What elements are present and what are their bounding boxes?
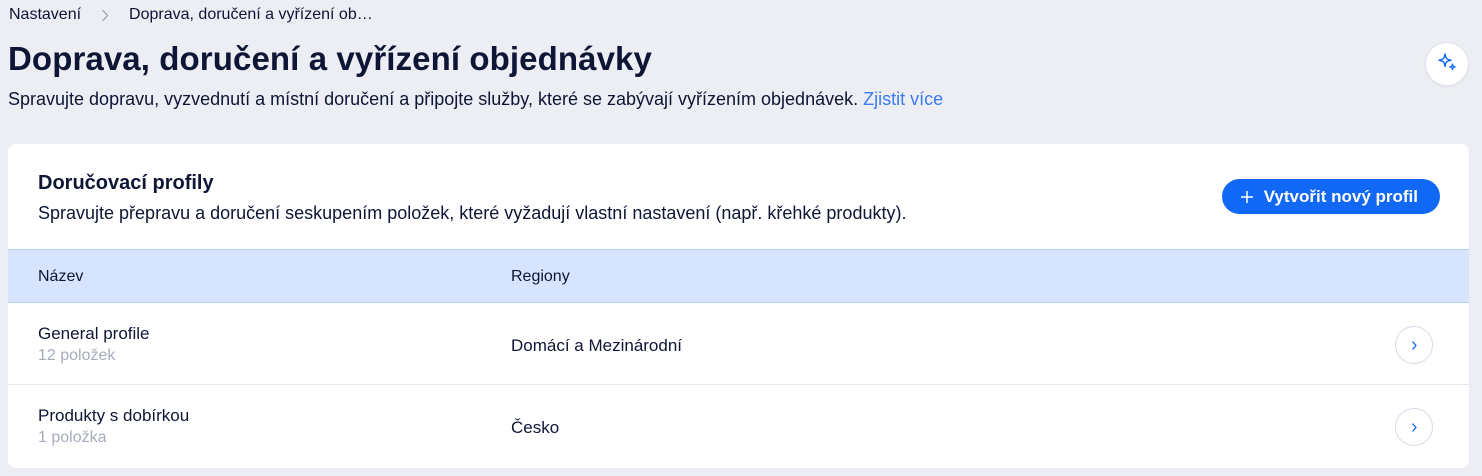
delivery-profiles-card: Doručovací profily Spravujte přepravu a … [8,144,1469,468]
breadcrumb-settings-link[interactable]: Nastavení [9,6,81,24]
table-row[interactable]: General profile 12 položek Domácí a Mezi… [8,303,1469,385]
profile-name: General profile [38,324,150,343]
plus-icon [1240,190,1254,204]
create-profile-label: Vytvořit nový profil [1263,186,1418,206]
learn-more-link[interactable]: Zjistit více [863,89,943,109]
breadcrumb-current: Doprava, doručení a vyřízení ob… [129,6,373,23]
page-subtitle: Spravujte dopravu, vyzvednutí a místní d… [8,89,943,110]
card-header: Doručovací profily Spravujte přepravu a … [8,144,1469,249]
open-profile-button[interactable] [1395,326,1433,364]
card-title: Doručovací profily [38,172,214,194]
table-header: Název Regiony [8,249,1469,303]
settings-page: Nastavení Doprava, doručení a vyřízení o… [0,0,1482,476]
open-profile-button[interactable] [1395,408,1433,446]
chevron-right-icon [81,9,129,22]
ai-assistant-button[interactable] [1425,42,1469,86]
create-profile-button[interactable]: Vytvořit nový profil [1221,179,1440,214]
sparkle-icon [1436,51,1458,78]
card-description: Spravujte přepravu a doručení seskupením… [38,203,907,223]
profile-name: Produkty s dobírkou [38,406,190,425]
profile-regions: Domácí a Mezinárodní [511,336,683,355]
table-row[interactable]: Produkty s dobírkou 1 položka Česko [8,385,1469,467]
profile-item-count: 1 položka [38,429,107,446]
breadcrumb: Nastavení Doprava, doručení a vyřízení o… [9,4,373,26]
profile-regions: Česko [511,418,560,437]
chevron-right-icon [1411,422,1417,432]
column-header-name: Název [38,268,84,285]
profile-item-count: 12 položek [38,347,116,364]
chevron-right-icon [1411,340,1417,350]
page-subtitle-text: Spravujte dopravu, vyzvednutí a místní d… [8,89,859,109]
column-header-regions: Regiony [511,268,570,285]
page-title: Doprava, doručení a vyřízení objednávky [8,40,652,77]
